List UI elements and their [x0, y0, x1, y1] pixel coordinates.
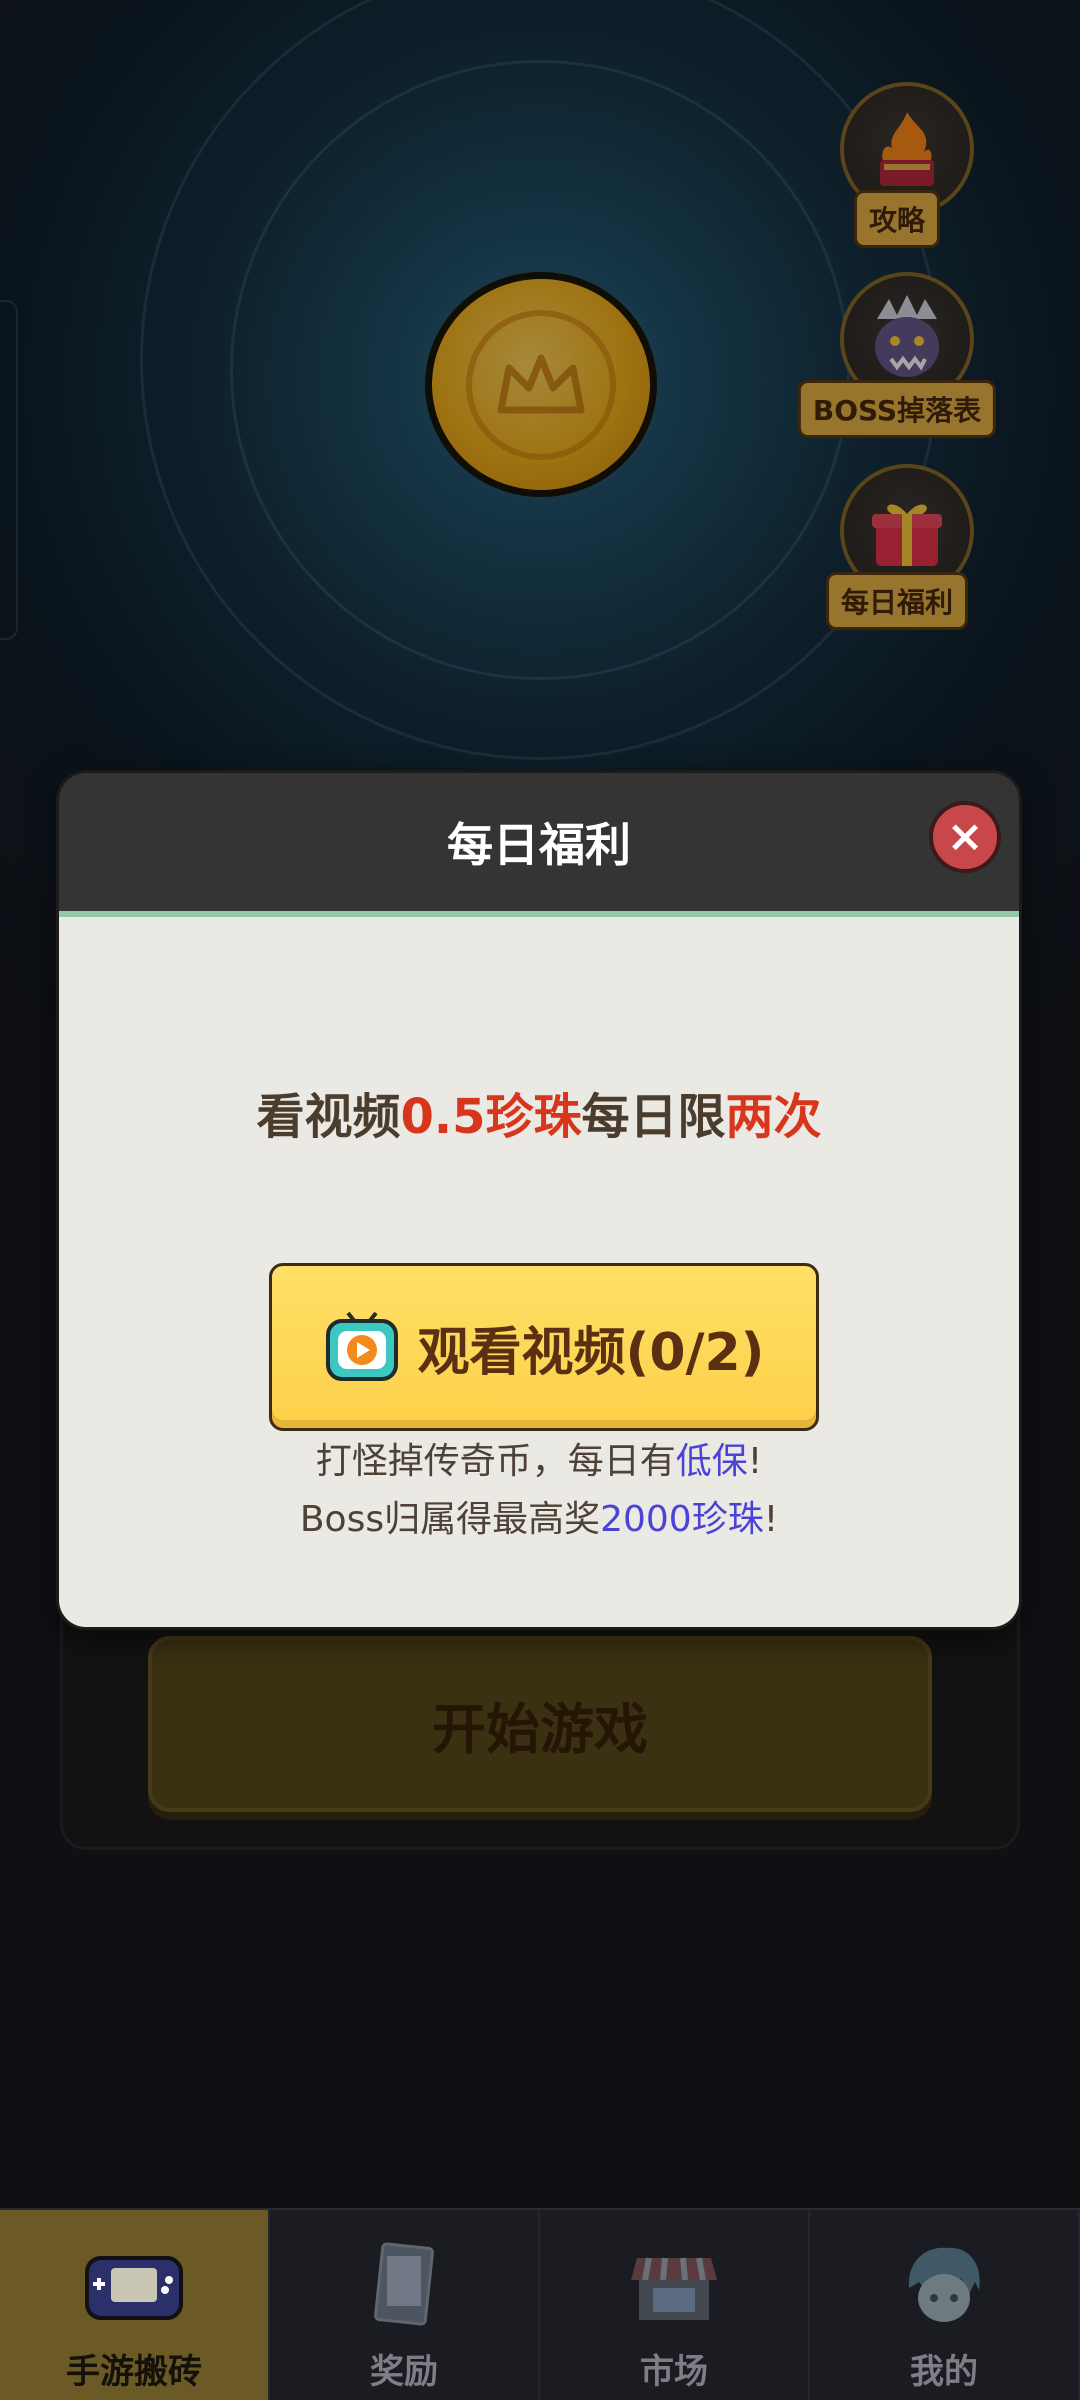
info-line-1-end: !	[747, 1441, 763, 1482]
promo-text: 看视频0.5珍珠每日限两次	[59, 1077, 1019, 1147]
market-stall-icon	[619, 2238, 729, 2334]
nav-item-reward[interactable]: 奖励	[270, 2210, 540, 2400]
nav-label-market: 市场	[640, 2352, 708, 2392]
info-line-1-highlight: 低保	[675, 1441, 748, 1482]
promo-part2: 每日限	[581, 1089, 726, 1145]
close-icon: ×	[946, 811, 984, 862]
gamepad-icon	[79, 2238, 189, 2334]
info-line-2-end: !	[763, 1499, 779, 1540]
bottom-nav: 手游搬砖 奖励 市场 我的	[0, 2208, 1080, 2400]
nav-label-mine: 我的	[910, 2352, 978, 2392]
watch-video-label: 观看视频(0/2)	[417, 1322, 765, 1383]
dialog-header: 每日福利	[59, 773, 1019, 911]
promo-reward: 0.5珍珠	[400, 1089, 582, 1145]
promo-limit: 两次	[725, 1089, 822, 1145]
dialog-body: 看视频0.5珍珠每日限两次 观看视频(0/2) 打怪掉传奇币，每日有低保! Bo…	[59, 911, 1019, 1627]
daily-benefits-dialog: 每日福利 × 看视频0.5珍珠每日限两次 观看视频(0/2) 打怪掉传奇币，每日…	[56, 770, 1022, 1630]
promo-part1: 看视频	[256, 1089, 401, 1145]
info-text: 打怪掉传奇币，每日有低保! Boss归属得最高奖2000珍珠!	[59, 1433, 1019, 1549]
nav-item-market[interactable]: 市场	[540, 2210, 810, 2400]
watch-video-button[interactable]: 观看视频(0/2)	[269, 1263, 819, 1431]
nav-label-reward: 奖励	[370, 2352, 438, 2392]
dialog-title: 每日福利	[447, 818, 631, 872]
info-line-2-highlight: 2000珍珠	[600, 1499, 764, 1540]
close-button[interactable]: ×	[929, 801, 1001, 873]
avatar-icon	[889, 2238, 999, 2334]
info-line-2-text: Boss归属得最高奖	[299, 1499, 601, 1540]
nav-item-game[interactable]: 手游搬砖	[0, 2210, 270, 2400]
info-line-2: Boss归属得最高奖2000珍珠!	[59, 1491, 1019, 1549]
reward-card-icon	[349, 2238, 459, 2334]
info-line-1-text: 打怪掉传奇币，每日有	[315, 1441, 676, 1482]
nav-item-mine[interactable]: 我的	[810, 2210, 1080, 2400]
tv-play-icon	[324, 1309, 400, 1385]
info-line-1: 打怪掉传奇币，每日有低保!	[59, 1433, 1019, 1491]
nav-label-game: 手游搬砖	[66, 2352, 202, 2392]
